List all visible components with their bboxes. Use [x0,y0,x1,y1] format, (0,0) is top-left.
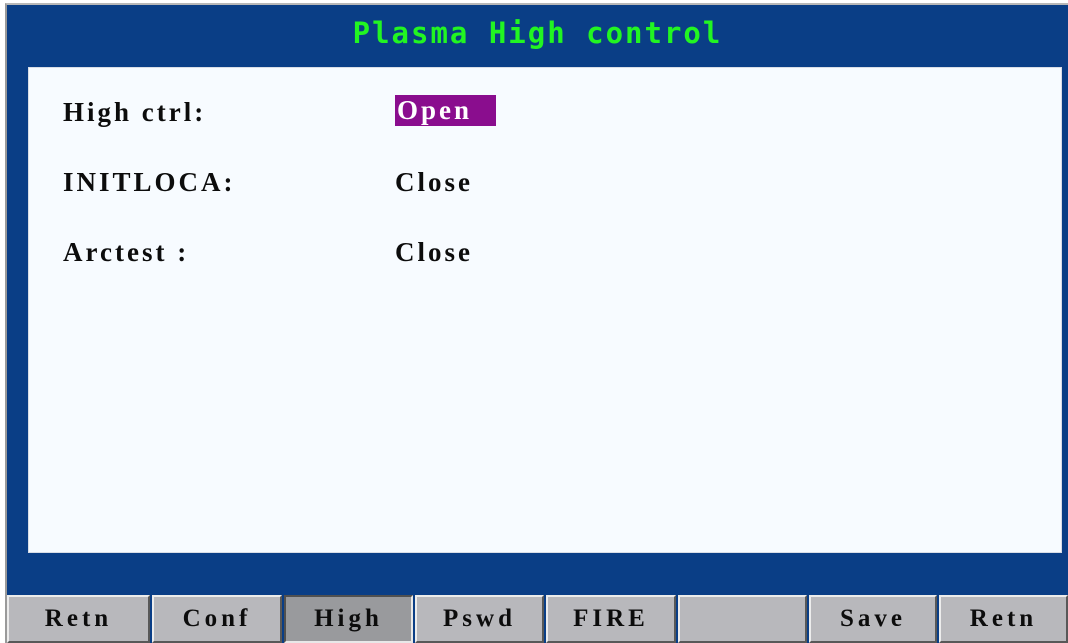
param-row-arctest[interactable]: Arctest : Close [29,234,1061,270]
param-label-high-ctrl: High ctrl: [63,97,207,127]
softkey-high[interactable]: High [284,595,413,643]
screen-title: Plasma High control [352,16,723,50]
softkey-save[interactable]: Save [809,595,937,643]
softkey-retn-right[interactable]: Retn [939,595,1068,643]
softkey-fire[interactable]: FIRE [546,595,676,643]
param-row-initloca[interactable]: INITLOCA: Close [29,164,1061,200]
softkey-bar: Retn Conf High Pswd FIRE Save Retn [7,595,1068,643]
param-row-high-ctrl[interactable]: High ctrl: Open [29,94,1061,130]
param-label-arctest: Arctest : [63,237,190,267]
param-label-initloca: INITLOCA: [63,167,236,197]
softkey-conf[interactable]: Conf [152,595,282,643]
plasma-high-control-screen: Plasma High control High ctrl: Open INIT… [0,0,1068,643]
window-frame: Plasma High control High ctrl: Open INIT… [5,3,1068,643]
softkey-pswd[interactable]: Pswd [415,595,544,643]
softkey-retn[interactable]: Retn [7,595,150,643]
param-value-initloca[interactable]: Close [395,164,473,200]
param-value-arctest[interactable]: Close [395,234,473,270]
param-value-high-ctrl[interactable]: Open [395,95,497,126]
parameter-panel: High ctrl: Open INITLOCA: Close Arctest … [28,67,1062,553]
softkey-blank[interactable] [678,595,807,643]
